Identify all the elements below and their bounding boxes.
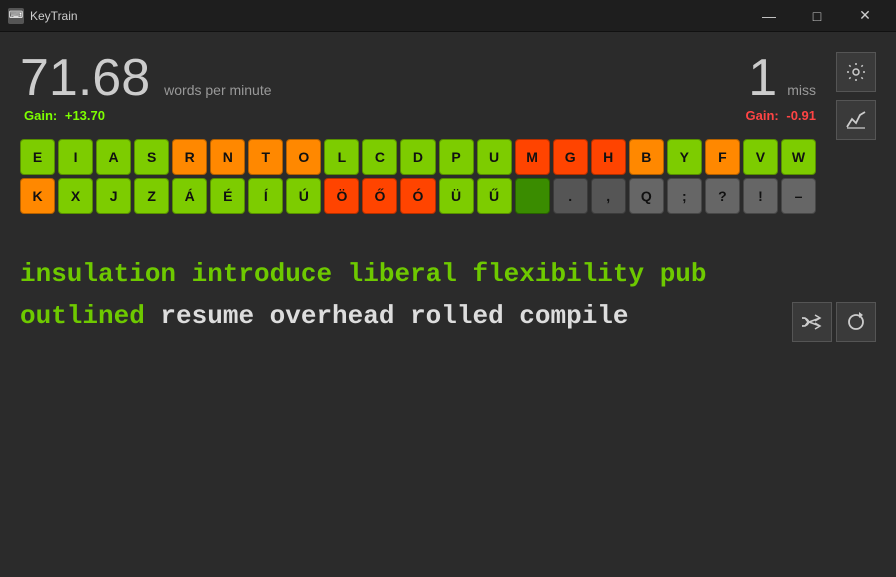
key-!: ! bbox=[743, 178, 778, 214]
key-,: , bbox=[591, 178, 626, 214]
miss-gain: Gain: -0.91 bbox=[746, 108, 817, 123]
key-N: N bbox=[210, 139, 245, 175]
key-grid: EIASRNTOLCDPUMGHBYFVW KXJZÁÉÍÚÖŐÓÜŰ .,Q;… bbox=[20, 139, 816, 214]
minimize-button[interactable]: — bbox=[746, 0, 792, 32]
chart-icon bbox=[846, 111, 866, 129]
miss-value: 1 bbox=[748, 52, 777, 104]
key-Á: Á bbox=[172, 178, 207, 214]
key-V: V bbox=[743, 139, 778, 175]
key-J: J bbox=[96, 178, 131, 214]
stats-row: 71.68 words per minute Gain: +13.70 1 mi… bbox=[20, 52, 816, 123]
key-B: B bbox=[629, 139, 664, 175]
key-D: D bbox=[400, 139, 435, 175]
key-E: E bbox=[20, 139, 55, 175]
key-R: R bbox=[172, 139, 207, 175]
wpm-value: 71.68 bbox=[20, 52, 150, 104]
key-G: G bbox=[553, 139, 588, 175]
key-P: P bbox=[439, 139, 474, 175]
key-T: T bbox=[248, 139, 283, 175]
wpm-gain: Gain: +13.70 bbox=[24, 108, 272, 123]
key-É: É bbox=[210, 178, 245, 214]
key-U: U bbox=[477, 139, 512, 175]
key-W: W bbox=[781, 139, 816, 175]
main-area: 71.68 words per minute Gain: +13.70 1 mi… bbox=[0, 32, 896, 357]
maximize-button[interactable]: □ bbox=[794, 0, 840, 32]
key-H: H bbox=[591, 139, 626, 175]
wpm-row: 71.68 words per minute bbox=[20, 52, 272, 104]
key-Ü: Ü bbox=[439, 178, 474, 214]
chart-button[interactable] bbox=[836, 100, 876, 140]
key-Ö: Ö bbox=[324, 178, 359, 214]
typing-area: insulation introduce liberal flexibility… bbox=[20, 244, 876, 347]
typing-text: insulation introduce liberal flexibility… bbox=[20, 254, 876, 337]
key-row-1: EIASRNTOLCDPUMGHBYFVW bbox=[20, 139, 816, 175]
key-X: X bbox=[58, 178, 93, 214]
miss-block: 1 miss Gain: -0.91 bbox=[746, 52, 817, 123]
key-S: S bbox=[134, 139, 169, 175]
app-title: KeyTrain bbox=[30, 9, 78, 23]
miss-gain-value: -0.91 bbox=[786, 108, 816, 123]
key- bbox=[515, 178, 550, 214]
key-K: K bbox=[20, 178, 55, 214]
key-Í: Í bbox=[248, 178, 283, 214]
key-L: L bbox=[324, 139, 359, 175]
key-M: M bbox=[515, 139, 550, 175]
wpm-gain-value: +13.70 bbox=[65, 108, 105, 123]
key-C: C bbox=[362, 139, 397, 175]
key-Y: Y bbox=[667, 139, 702, 175]
miss-row: 1 miss bbox=[748, 52, 816, 104]
key-Ő: Ő bbox=[362, 178, 397, 214]
titlebar: ⌨ KeyTrain — □ ✕ bbox=[0, 0, 896, 32]
key-Ű: Ű bbox=[477, 178, 512, 214]
pending-text: resume overhead rolled compile bbox=[145, 301, 629, 331]
wpm-label: words per minute bbox=[164, 82, 271, 98]
gear-icon bbox=[846, 62, 866, 82]
settings-button[interactable] bbox=[836, 52, 876, 92]
key-–: – bbox=[781, 178, 816, 214]
wpm-block: 71.68 words per minute Gain: +13.70 bbox=[20, 52, 272, 123]
bottom-buttons bbox=[792, 302, 876, 342]
titlebar-controls[interactable]: — □ ✕ bbox=[746, 0, 888, 32]
refresh-button[interactable] bbox=[836, 302, 876, 342]
key-.: . bbox=[553, 178, 588, 214]
miss-gain-label: Gain: bbox=[746, 108, 779, 123]
key-I: I bbox=[58, 139, 93, 175]
shuffle-button[interactable] bbox=[792, 302, 832, 342]
key-row-2: KXJZÁÉÍÚÖŐÓÜŰ .,Q;?!– bbox=[20, 178, 816, 214]
key-O: O bbox=[286, 139, 321, 175]
key-Ó: Ó bbox=[400, 178, 435, 214]
close-button[interactable]: ✕ bbox=[842, 0, 888, 32]
key-F: F bbox=[705, 139, 740, 175]
key-Q: Q bbox=[629, 178, 664, 214]
key-Z: Z bbox=[134, 178, 169, 214]
key-?: ? bbox=[705, 178, 740, 214]
key-;: ; bbox=[667, 178, 702, 214]
refresh-icon bbox=[846, 312, 866, 332]
miss-label: miss bbox=[787, 82, 816, 98]
key-A: A bbox=[96, 139, 131, 175]
shuffle-icon bbox=[801, 313, 823, 331]
titlebar-left: ⌨ KeyTrain bbox=[8, 8, 78, 24]
app-icon: ⌨ bbox=[8, 8, 24, 24]
wpm-gain-label: Gain: bbox=[24, 108, 57, 123]
key-Ú: Ú bbox=[286, 178, 321, 214]
